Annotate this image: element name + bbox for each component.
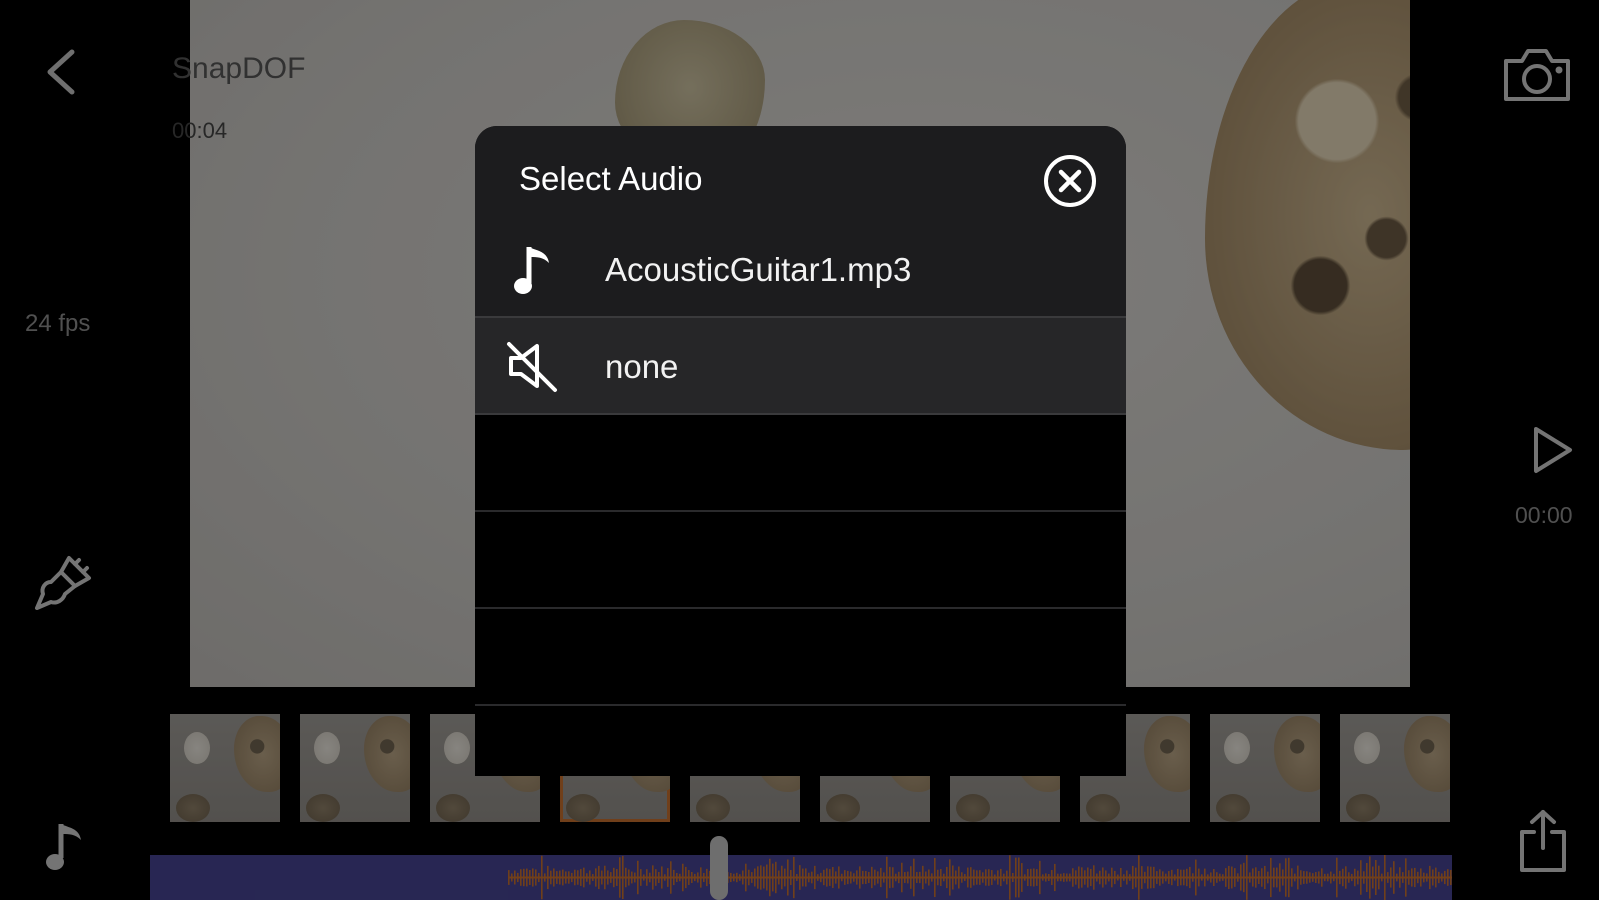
empty-list-row: [475, 415, 1126, 512]
audio-option-acoustic-guitar[interactable]: AcousticGuitar1.mp3: [475, 221, 1126, 318]
speaker-muted-icon: [507, 342, 557, 392]
dialog-header: Select Audio: [475, 126, 1126, 221]
dialog-title: Select Audio: [519, 160, 703, 197]
select-audio-dialog: Select Audio AcousticGuitar1.mp3 none: [475, 126, 1126, 776]
empty-list-row: [475, 512, 1126, 609]
audio-option-none[interactable]: none: [475, 318, 1126, 415]
empty-list-row: [475, 706, 1126, 776]
close-icon[interactable]: [1042, 153, 1098, 209]
empty-list-row: [475, 609, 1126, 706]
music-note-icon: [514, 247, 549, 294]
audio-option-label: none: [605, 348, 679, 385]
audio-option-label: AcousticGuitar1.mp3: [605, 251, 912, 288]
